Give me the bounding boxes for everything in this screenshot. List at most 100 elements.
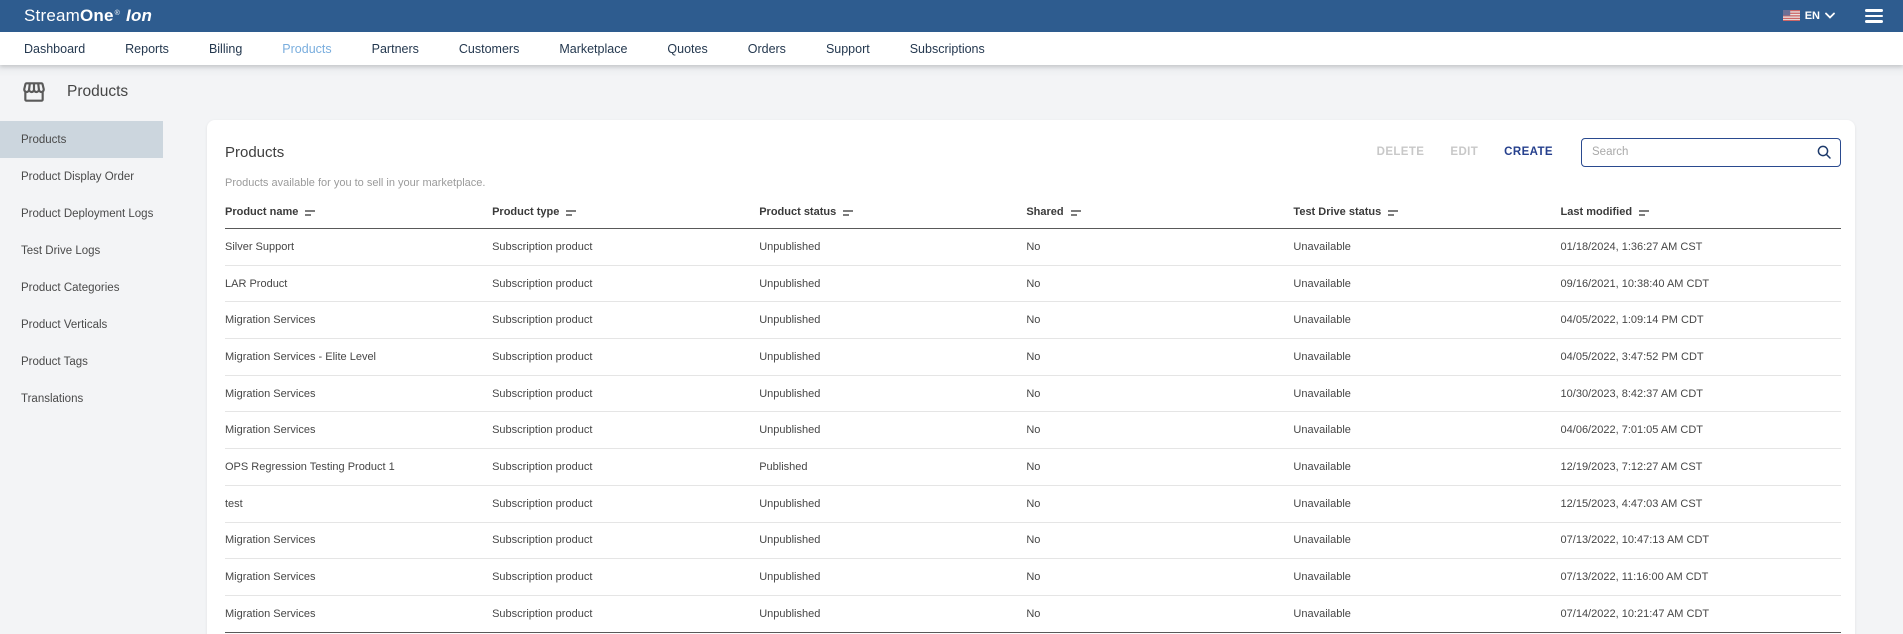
table-cell: Unpublished [759, 302, 1026, 338]
table-cell: 10/30/2023, 8:42:37 AM CDT [1561, 376, 1841, 412]
nav-item-reports[interactable]: Reports [125, 42, 169, 56]
language-selector[interactable]: EN [1783, 10, 1835, 22]
nav-item-orders[interactable]: Orders [748, 42, 786, 56]
table-cell: No [1026, 302, 1293, 338]
table-cell: Migration Services [225, 559, 492, 595]
column-header-product-name[interactable]: Product name [225, 206, 492, 228]
column-label: Product name [225, 206, 298, 218]
table-cell: Migration Services [225, 302, 492, 338]
sidebar-item-test-drive-logs[interactable]: Test Drive Logs [0, 232, 163, 269]
table-cell: Subscription product [492, 266, 759, 302]
nav-item-subscriptions[interactable]: Subscriptions [910, 42, 985, 56]
table-cell: Unpublished [759, 559, 1026, 595]
search-icon[interactable] [1816, 144, 1832, 160]
table-cell: Unpublished [759, 266, 1026, 302]
sidebar-item-product-display-order[interactable]: Product Display Order [0, 158, 163, 195]
sidebar-item-products[interactable]: Products [0, 121, 163, 158]
sidebar-item-product-categories[interactable]: Product Categories [0, 269, 163, 306]
create-button[interactable]: CREATE [1504, 146, 1553, 158]
sidebar-item-product-verticals[interactable]: Product Verticals [0, 306, 163, 343]
nav-item-marketplace[interactable]: Marketplace [559, 42, 627, 56]
table-row[interactable]: Migration Services - Elite LevelSubscrip… [225, 339, 1841, 376]
table-row[interactable]: OPS Regression Testing Product 1Subscrip… [225, 449, 1841, 486]
table-row[interactable]: testSubscription productUnpublishedNoUna… [225, 486, 1841, 523]
nav-item-dashboard[interactable]: Dashboard [24, 42, 85, 56]
table-row[interactable]: Migration ServicesSubscription productUn… [225, 376, 1841, 413]
search-input[interactable] [1592, 146, 1816, 158]
products-table: Product name Product typeProduct statusSh… [225, 206, 1841, 633]
table-row[interactable]: Migration ServicesSubscription productUn… [225, 412, 1841, 449]
column-header-shared[interactable]: Shared [1026, 206, 1293, 228]
table-header-row: Product name Product typeProduct statusSh… [225, 206, 1841, 229]
table-cell: Unavailable [1293, 339, 1560, 375]
table-cell: Subscription product [492, 449, 759, 485]
table-cell: 04/05/2022, 3:47:52 PM CDT [1561, 339, 1841, 375]
table-row[interactable]: Migration ServicesSubscription productUn… [225, 302, 1841, 339]
language-label: EN [1805, 10, 1820, 22]
table-row[interactable]: Migration ServicesSubscription productUn… [225, 559, 1841, 596]
table-cell: Unpublished [759, 412, 1026, 448]
page-header: Products [0, 65, 1903, 119]
card-title: Products [225, 144, 284, 161]
table-cell: Migration Services - Elite Level [225, 339, 492, 375]
table-cell: Unpublished [759, 523, 1026, 559]
table-cell: Unavailable [1293, 412, 1560, 448]
sort-icon [305, 210, 315, 216]
column-header-test-drive-status[interactable]: Test Drive status [1293, 206, 1560, 228]
column-header-product-type[interactable]: Product type [492, 206, 759, 228]
table-cell: Subscription product [492, 376, 759, 412]
table-cell: test [225, 486, 492, 522]
sidebar-item-translations[interactable]: Translations [0, 380, 163, 417]
table-cell: 04/06/2022, 7:01:05 AM CDT [1561, 412, 1841, 448]
edit-button[interactable]: EDIT [1450, 146, 1478, 158]
table-cell: Unavailable [1293, 486, 1560, 522]
products-card: Products DELETE EDIT CREATE [207, 120, 1855, 634]
sort-icon [1388, 210, 1398, 216]
table-cell: Subscription product [492, 559, 759, 595]
sidebar-item-product-tags[interactable]: Product Tags [0, 343, 163, 380]
nav-item-partners[interactable]: Partners [372, 42, 419, 56]
top-app-bar: StreamOne®Ion EN [0, 0, 1903, 32]
table-cell: 12/19/2023, 7:12:27 AM CST [1561, 449, 1841, 485]
column-header-product-status[interactable]: Product status [759, 206, 1026, 228]
nav-item-quotes[interactable]: Quotes [667, 42, 707, 56]
nav-item-billing[interactable]: Billing [209, 42, 242, 56]
table-row[interactable]: Migration ServicesSubscription productUn… [225, 523, 1841, 560]
column-label: Test Drive status [1293, 206, 1381, 218]
chevron-down-icon [1825, 12, 1835, 19]
page-title: Products [67, 83, 128, 101]
table-cell: 01/18/2024, 1:36:27 AM CST [1561, 229, 1841, 265]
table-cell: 12/15/2023, 4:47:03 AM CST [1561, 486, 1841, 522]
table-cell: Subscription product [492, 339, 759, 375]
hamburger-menu-icon[interactable] [1863, 6, 1885, 25]
us-flag-icon [1783, 10, 1800, 21]
table-row[interactable]: Migration ServicesSubscription productUn… [225, 596, 1841, 633]
delete-button[interactable]: DELETE [1377, 146, 1425, 158]
storefront-icon [21, 79, 47, 105]
table-cell: No [1026, 229, 1293, 265]
table-cell: Subscription product [492, 486, 759, 522]
table-cell: Subscription product [492, 523, 759, 559]
table-cell: No [1026, 376, 1293, 412]
table-cell: Unavailable [1293, 229, 1560, 265]
table-cell: Silver Support [225, 229, 492, 265]
table-cell: Unavailable [1293, 266, 1560, 302]
table-cell: Subscription product [492, 302, 759, 338]
column-header-last-modified[interactable]: Last modified [1561, 206, 1841, 228]
table-row[interactable]: LAR ProductSubscription productUnpublish… [225, 266, 1841, 303]
table-cell: 07/14/2022, 10:21:47 AM CDT [1561, 596, 1841, 632]
nav-item-customers[interactable]: Customers [459, 42, 519, 56]
table-cell: Subscription product [492, 412, 759, 448]
sort-icon [1071, 210, 1081, 216]
card-subtitle: Products available for you to sell in yo… [225, 177, 1855, 189]
table-cell: Unavailable [1293, 376, 1560, 412]
table-cell: 04/05/2022, 1:09:14 PM CDT [1561, 302, 1841, 338]
table-cell: Unpublished [759, 229, 1026, 265]
nav-item-products[interactable]: Products [282, 42, 331, 56]
table-row[interactable]: Silver SupportSubscription productUnpubl… [225, 229, 1841, 266]
table-cell: Unpublished [759, 596, 1026, 632]
table-cell: No [1026, 559, 1293, 595]
table-cell: No [1026, 412, 1293, 448]
nav-item-support[interactable]: Support [826, 42, 870, 56]
sidebar-item-product-deployment-logs[interactable]: Product Deployment Logs [0, 195, 163, 232]
